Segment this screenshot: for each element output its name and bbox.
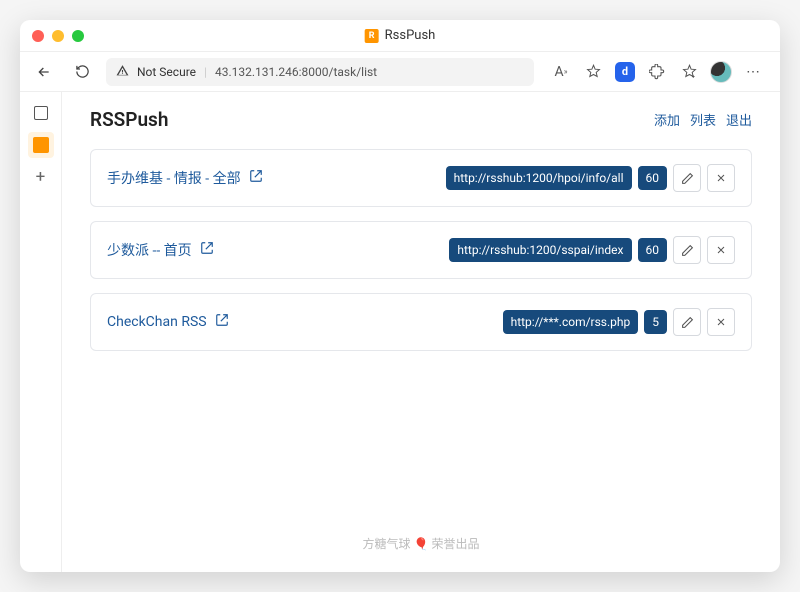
address-bar[interactable]: Not Secure | 43.132.131.246:8000/task/li… [106,58,534,86]
page-content: RSSPush 添加 列表 退出 手办维基 - 情报 - 全部 [62,92,780,572]
favorites-icon[interactable] [678,61,700,83]
window-title: R RssPush [365,28,436,43]
window-titlebar: R RssPush [20,20,780,52]
browser-window: R RssPush Not Secure | 43.132.131.246:80… [20,20,780,572]
maximize-icon[interactable] [72,30,84,42]
footer-left: 方糖气球 [363,537,411,551]
url-text: 43.132.131.246:8000/task/list [215,65,524,79]
task-list: 手办维基 - 情报 - 全部 http://rsshub:1200/hpoi/i… [90,149,752,351]
close-icon[interactable] [32,30,44,42]
task-title: CheckChan RSS [107,314,207,330]
task-title-link[interactable]: 手办维基 - 情报 - 全部 [107,168,263,188]
tab-item[interactable] [28,100,54,126]
vertical-tabs: + [20,92,62,572]
task-interval-badge: 60 [638,238,668,262]
nav-links: 添加 列表 退出 [654,110,752,129]
task-actions: http://rsshub:1200/hpoi/info/all 60 [446,164,735,192]
task-interval-badge: 60 [638,166,668,190]
task-card: 少数派 -- 首页 http://rsshub:1200/sspai/index… [90,221,752,279]
window-controls [32,30,84,42]
task-actions: http://***.com/rss.php 5 [503,308,735,336]
extensions-icon[interactable] [646,61,668,83]
delete-button[interactable] [707,164,735,192]
star-icon[interactable] [582,61,604,83]
minimize-icon[interactable] [52,30,64,42]
browser-toolbar: Not Secure | 43.132.131.246:8000/task/li… [20,52,780,92]
extension-badge[interactable]: d [614,61,636,83]
footer-right: 荣誉出品 [431,537,479,551]
external-link-icon [249,169,263,187]
task-title-link[interactable]: CheckChan RSS [107,313,229,331]
nav-add[interactable]: 添加 [654,110,680,129]
task-card: 手办维基 - 情报 - 全部 http://rsshub:1200/hpoi/i… [90,149,752,207]
task-title: 手办维基 - 情报 - 全部 [107,168,241,188]
edit-button[interactable] [673,164,701,192]
task-card: CheckChan RSS http://***.com/rss.php 5 [90,293,752,351]
balloon-icon: 🎈 [414,537,429,551]
task-actions: http://rsshub:1200/sspai/index 60 [449,236,735,264]
external-link-icon [215,313,229,331]
nav-logout[interactable]: 退出 [726,110,752,129]
edit-button[interactable] [673,308,701,336]
edit-button[interactable] [673,236,701,264]
read-aloud-icon[interactable]: A» [550,61,572,83]
page-header: RSSPush 添加 列表 退出 [90,108,752,131]
warning-icon [116,64,129,80]
delete-button[interactable] [707,236,735,264]
task-url-badge: http://rsshub:1200/hpoi/info/all [446,166,632,190]
task-title-link[interactable]: 少数派 -- 首页 [107,240,214,260]
favicon-icon: R [365,29,379,43]
task-url-badge: http://rsshub:1200/sspai/index [449,238,631,262]
new-tab-button[interactable]: + [28,164,54,190]
task-title: 少数派 -- 首页 [107,240,192,260]
tab-item-active[interactable] [28,132,54,158]
delete-button[interactable] [707,308,735,336]
not-secure-label: Not Secure [137,65,196,79]
footer-note: 方糖气球 🎈 荣誉出品 [62,535,780,552]
more-icon[interactable]: ⋯ [742,61,764,83]
back-button[interactable] [30,58,58,86]
task-interval-badge: 5 [644,310,667,334]
app-title: RSSPush [90,108,168,131]
window-title-text: RssPush [385,28,436,43]
task-url-badge: http://***.com/rss.php [503,310,639,334]
nav-list[interactable]: 列表 [690,110,716,129]
profile-avatar[interactable] [710,61,732,83]
reload-button[interactable] [68,58,96,86]
external-link-icon [200,241,214,259]
body: + RSSPush 添加 列表 退出 手办维基 - 情报 - 全部 [20,92,780,572]
toolbar-right: A» d ⋯ [544,61,770,83]
separator: | [204,65,207,79]
